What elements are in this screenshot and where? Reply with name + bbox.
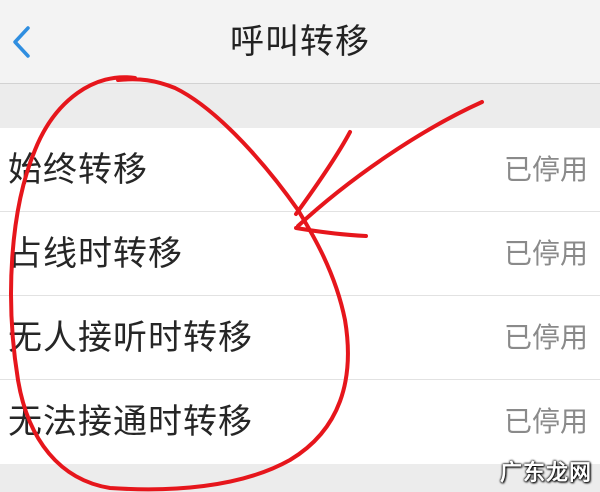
option-label: 无法接通时转移 (8, 402, 253, 442)
status-value: 已停用 (503, 237, 588, 270)
status-value: 已停用 (503, 153, 588, 186)
option-label: 无人接听时转移 (8, 318, 253, 358)
option-label: 占线时转移 (8, 234, 183, 274)
forwarding-option-unreachable[interactable]: 无法接通时转移 已停用 (0, 380, 600, 464)
page-title: 呼叫转移 (230, 22, 370, 62)
forwarding-options-list: 始终转移 已停用 占线时转移 已停用 无人接听时转移 已停用 无法接通时转移 已… (0, 128, 600, 464)
nav-bar: 呼叫转移 (0, 0, 600, 84)
forwarding-option-always[interactable]: 始终转移 已停用 (0, 128, 600, 212)
option-label: 始终转移 (8, 150, 148, 190)
watermark-text: 广东龙网 (499, 461, 592, 486)
forwarding-option-no-answer[interactable]: 无人接听时转移 已停用 (0, 296, 600, 380)
section-spacer (0, 84, 600, 128)
status-value: 已停用 (503, 405, 588, 438)
forwarding-option-busy[interactable]: 占线时转移 已停用 (0, 212, 600, 296)
status-value: 已停用 (503, 321, 588, 354)
